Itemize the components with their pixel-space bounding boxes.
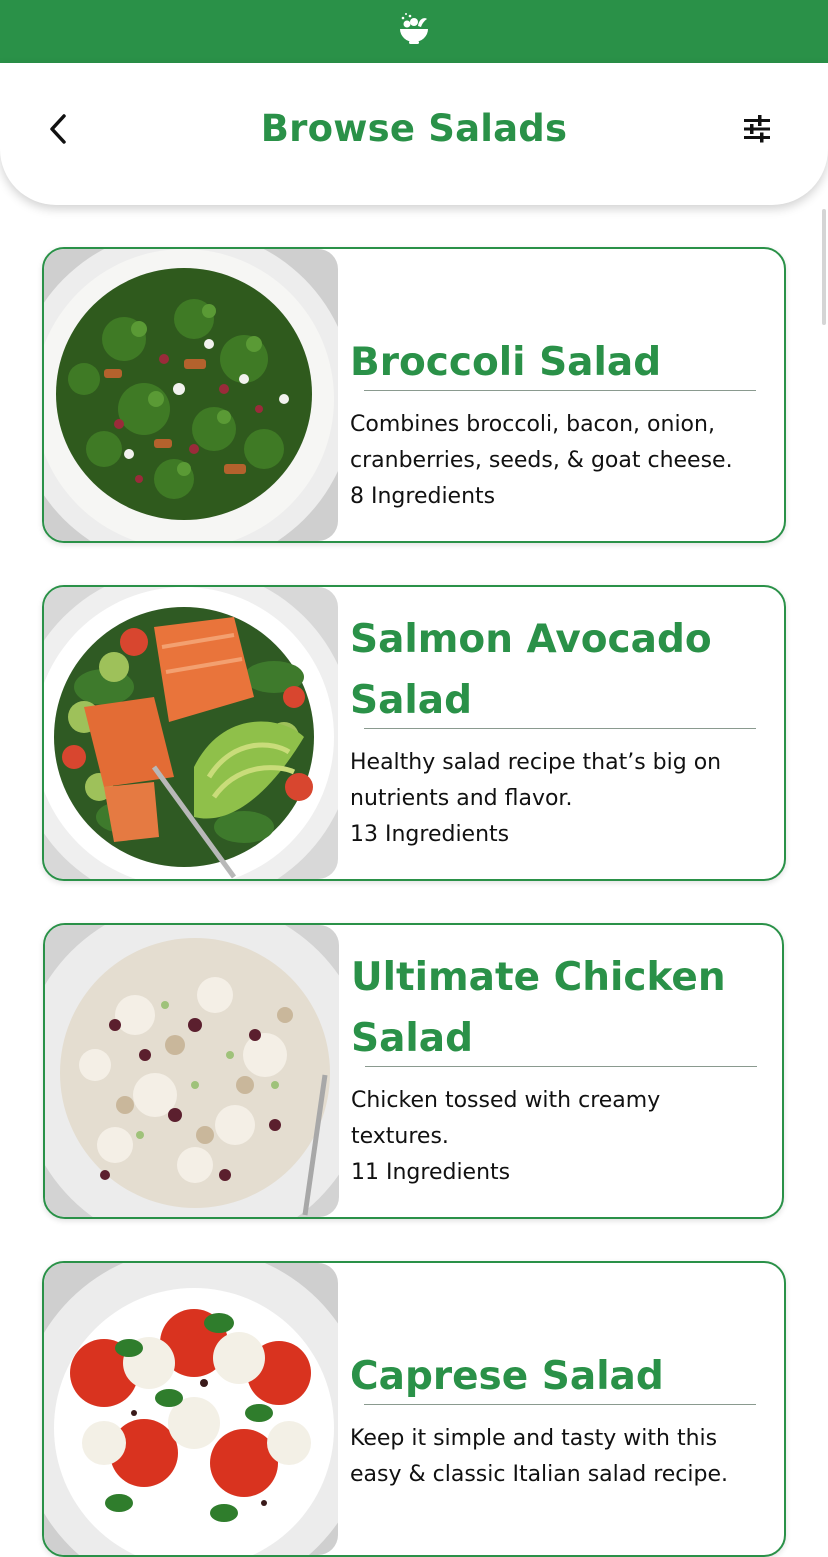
card-description: Keep it simple and tasty with this easy … — [350, 1426, 728, 1487]
card-title: Caprese Salad — [350, 1354, 664, 1399]
ingredient-count: 8 Ingredients — [350, 484, 496, 509]
card-description: Combines broccoli, bacon, onion, cranber… — [350, 412, 733, 473]
page-title: Browse Salads — [260, 107, 568, 150]
salad-image — [44, 249, 338, 541]
card-content: Ultimate Chicken Salad Chicken tossed wi… — [351, 925, 771, 1217]
ingredient-count: 13 Ingredients — [350, 822, 510, 847]
divider — [364, 728, 756, 729]
ingredient-count: 11 Ingredients — [351, 1160, 511, 1185]
salad-card-salmon-avocado[interactable]: Salmon Avocado Salad Healthy salad recip… — [42, 585, 786, 881]
card-title-wrap: Caprese Salad — [350, 1346, 770, 1407]
divider — [365, 1066, 757, 1067]
card-title: Broccoli Salad — [350, 340, 662, 385]
divider — [364, 1404, 756, 1405]
salad-image — [45, 925, 339, 1217]
card-title-wrap: Ultimate Chicken Salad — [351, 947, 771, 1069]
salad-list: Broccoli Salad Combines broccoli, bacon,… — [0, 0, 828, 1557]
card-content: Broccoli Salad Combines broccoli, bacon,… — [350, 249, 770, 541]
card-description: Chicken tossed with creamy textures. — [351, 1088, 661, 1149]
salad-card-broccoli[interactable]: Broccoli Salad Combines broccoli, bacon,… — [42, 247, 786, 543]
salad-card-caprese[interactable]: Caprese Salad Keep it simple and tasty w… — [42, 1261, 786, 1557]
salad-image — [44, 1263, 338, 1555]
page-header: Browse Salads — [0, 63, 828, 205]
card-title: Salmon Avocado Salad — [350, 617, 712, 723]
filter-button[interactable] — [738, 112, 776, 150]
salad-card-chicken[interactable]: Ultimate Chicken Salad Chicken tossed wi… — [43, 923, 784, 1219]
card-title-wrap: Salmon Avocado Salad — [350, 609, 770, 731]
card-title: Ultimate Chicken Salad — [351, 955, 726, 1061]
card-content: Salmon Avocado Salad Healthy salad recip… — [350, 587, 770, 879]
card-description-block: Keep it simple and tasty with this easy … — [350, 1421, 762, 1493]
card-description-block: Combines broccoli, bacon, onion, cranber… — [350, 407, 762, 515]
card-description: Healthy salad recipe that’s big on nutri… — [350, 750, 722, 811]
card-description-block: Healthy salad recipe that’s big on nutri… — [350, 745, 762, 853]
card-description-block: Chicken tossed with creamy textures. 11 … — [351, 1083, 763, 1191]
card-content: Caprese Salad Keep it simple and tasty w… — [350, 1263, 770, 1555]
salad-image — [44, 587, 338, 879]
sliders-icon — [742, 114, 772, 148]
card-title-wrap: Broccoli Salad — [350, 332, 770, 393]
divider — [364, 390, 756, 391]
